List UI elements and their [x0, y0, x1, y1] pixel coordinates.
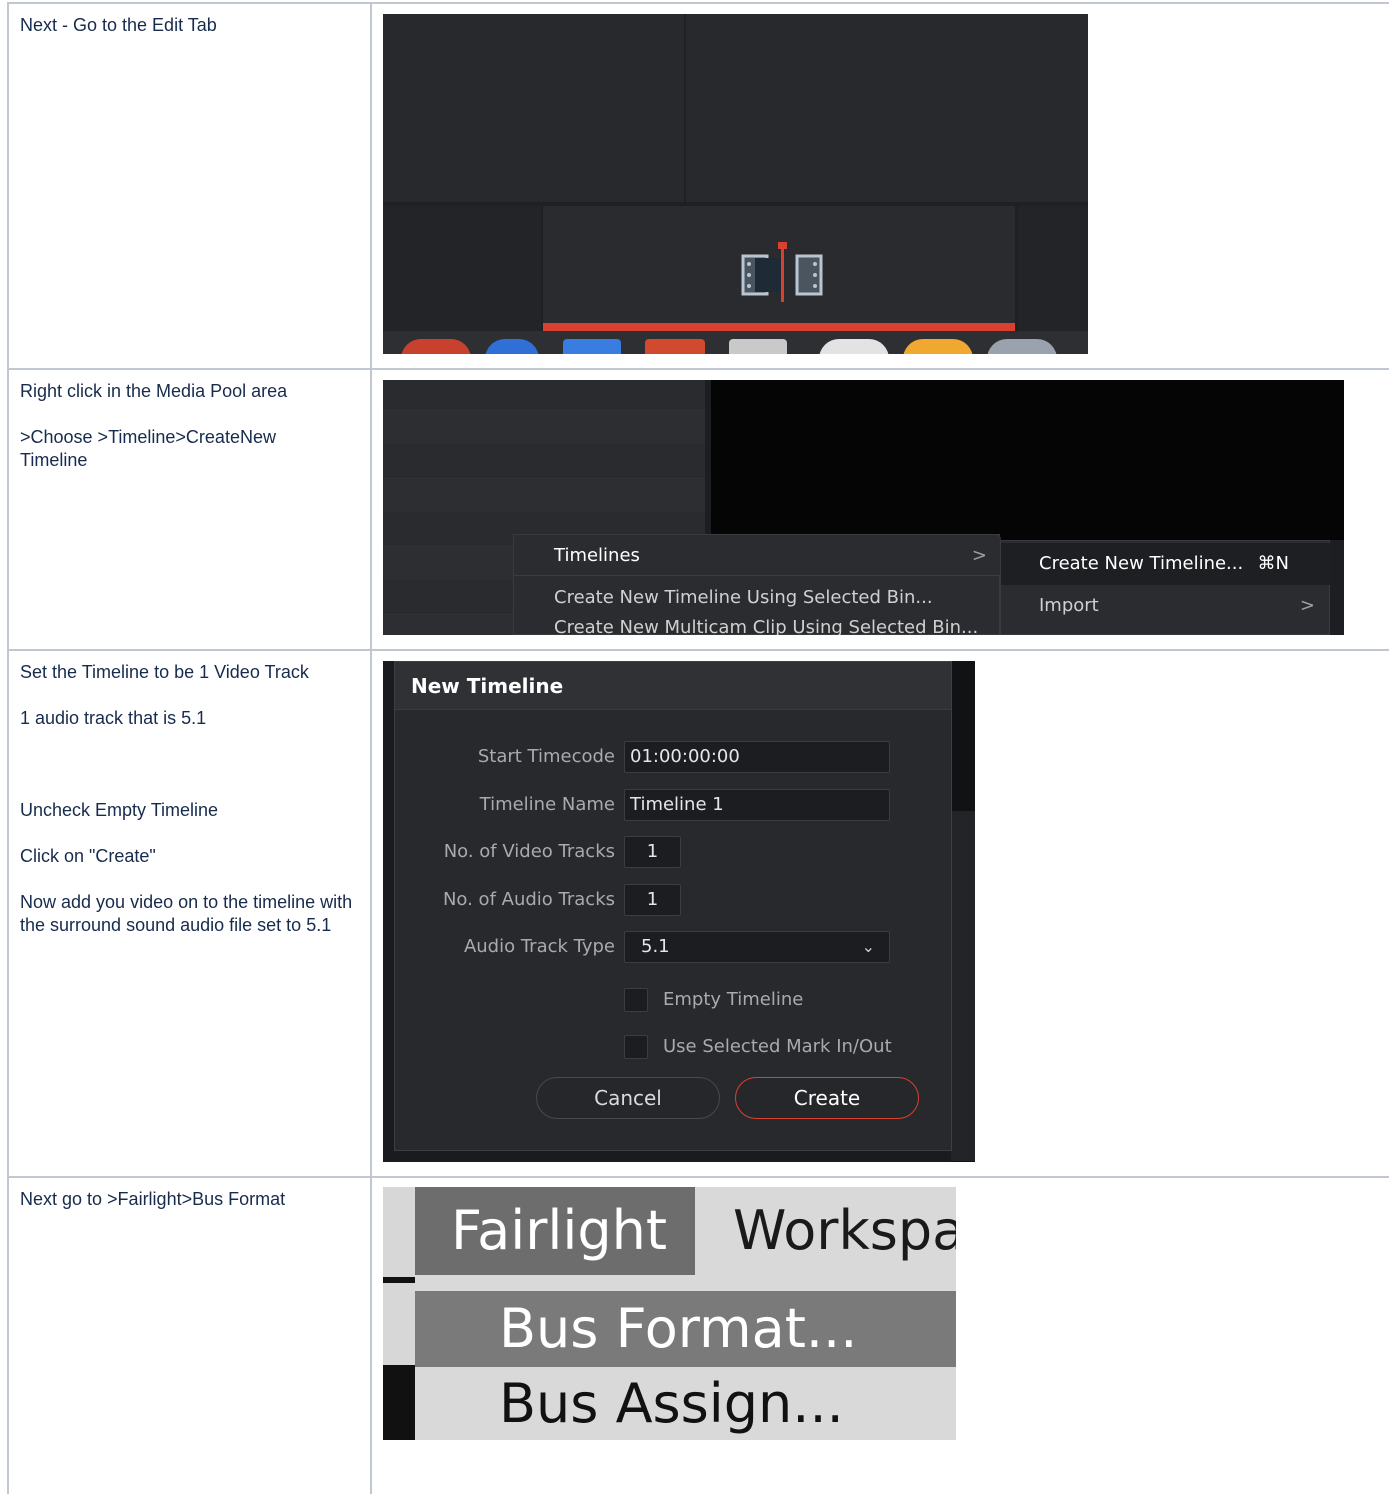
instruction-text: Next - Go to the Edit Tab: [20, 15, 217, 35]
audio-type-select[interactable]: 5.1 ⌄: [624, 931, 890, 963]
menu-item-bus-assign[interactable]: Bus Assign...: [415, 1367, 956, 1440]
new-timeline-screenshot: New Timeline Start Timecode 01:00:00:00 …: [383, 661, 975, 1162]
edit-page-icon: [741, 242, 823, 302]
instruction-text: Set the Timeline to be 1 Video Track: [20, 662, 309, 682]
shortcut-label: ⌘N: [1257, 553, 1289, 574]
use-mark-inout-label: Use Selected Mark In/Out: [663, 1036, 892, 1057]
create-button[interactable]: Create: [735, 1077, 919, 1119]
menu-fairlight[interactable]: Fairlight: [415, 1187, 695, 1275]
menu-item-create-new-timeline[interactable]: Create New Timeline... ⌘N: [1001, 543, 1331, 585]
instruction-text: >Choose >Timeline>CreateNew Timeline: [20, 427, 276, 470]
start-timecode-field[interactable]: 01:00:00:00: [624, 741, 890, 773]
audio-tracks-field[interactable]: 1: [624, 884, 681, 916]
empty-timeline-checkbox[interactable]: [624, 988, 648, 1012]
instruction-text: Next go to >Fairlight>Bus Format: [20, 1189, 286, 1209]
menu-item-create-multicam[interactable]: Create New Multicam Clip Using Selected …: [514, 609, 1001, 635]
menu-item-import[interactable]: Import >: [1001, 585, 1331, 627]
menu-item-bus-format[interactable]: Bus Format...: [415, 1291, 956, 1367]
instruction-text: Right click in the Media Pool area: [20, 381, 288, 401]
instruction-cell: Right click in the Media Pool area >Choo…: [7, 370, 372, 649]
new-timeline-dialog: New Timeline Start Timecode 01:00:00:00 …: [394, 661, 952, 1151]
viewer-area: [711, 380, 1344, 540]
instruction-text: Now add you video on to the timeline wit…: [20, 892, 353, 935]
menu-workspace[interactable]: Workspa: [695, 1187, 956, 1275]
timeline-name-label: Timeline Name: [479, 794, 615, 815]
instruction-cell: Next - Go to the Edit Tab: [7, 4, 372, 368]
dock: [383, 331, 1088, 354]
timeline-name-field[interactable]: Timeline 1: [624, 789, 890, 821]
chevron-right-icon: >: [1299, 595, 1315, 616]
chevron-right-icon: >: [971, 545, 987, 566]
audio-type-label: Audio Track Type: [463, 936, 615, 957]
menu-item-timelines[interactable]: Timelines >: [514, 537, 1001, 575]
instruction-text: Uncheck Empty Timeline: [20, 800, 219, 820]
fairlight-menu-screenshot: Fairlight Workspa Bus Format... Bus Assi…: [383, 1187, 956, 1440]
instruction-text: Click on "Create": [20, 846, 156, 866]
video-tracks-label: No. of Video Tracks: [443, 841, 615, 862]
start-timecode-label: Start Timecode: [477, 746, 615, 767]
chevron-down-icon: ⌄: [861, 937, 875, 956]
instruction-cell: Set the Timeline to be 1 Video Track 1 a…: [7, 651, 372, 1176]
edit-page-button[interactable]: [543, 206, 1015, 331]
timelines-submenu: Create New Timeline... ⌘N Import >: [1000, 540, 1331, 635]
active-page-indicator: [543, 323, 1015, 331]
empty-timeline-label: Empty Timeline: [663, 989, 804, 1010]
instruction-cell: Next go to >Fairlight>Bus Format: [7, 1178, 372, 1494]
audio-tracks-label: No. of Audio Tracks: [442, 889, 615, 910]
instruction-text: 1 audio track that is 5.1: [20, 708, 207, 728]
cancel-button[interactable]: Cancel: [536, 1077, 720, 1119]
context-menu-screenshot: Timelines > Create New Timeline Using Se…: [383, 380, 1344, 635]
video-tracks-field[interactable]: 1: [624, 836, 681, 868]
context-menu: Timelines > Create New Timeline Using Se…: [513, 534, 1001, 635]
edit-tab-screenshot: [383, 14, 1088, 354]
use-mark-inout-checkbox[interactable]: [624, 1035, 648, 1059]
dialog-title: New Timeline: [395, 662, 951, 710]
